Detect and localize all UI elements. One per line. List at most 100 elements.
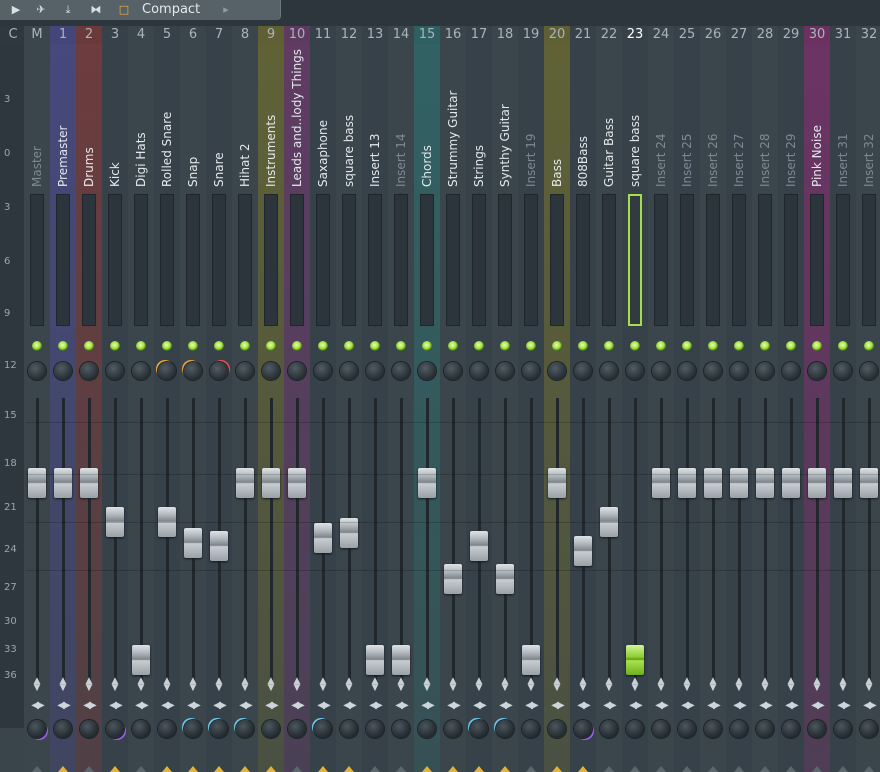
mixer-strip[interactable]: 27 Insert 27 ▲ ▼ ◀▶ <box>726 26 752 772</box>
pan-knob[interactable] <box>522 362 540 380</box>
mute-led[interactable] <box>474 341 484 351</box>
mute-led[interactable] <box>578 341 588 351</box>
stereo-separation-icon[interactable]: ▲ ▼ <box>706 677 720 693</box>
strip-number[interactable]: 25 <box>674 26 700 44</box>
pan-knob[interactable] <box>158 362 176 380</box>
stereo-knob[interactable] <box>184 720 202 738</box>
strip-number[interactable]: 2 <box>76 26 102 44</box>
stereo-separation-icon[interactable]: ▲ ▼ <box>732 677 746 693</box>
swap-lr-icon[interactable]: ◀▶ <box>679 700 695 712</box>
stereo-separation-icon[interactable]: ▲ ▼ <box>628 677 642 693</box>
mute-led[interactable] <box>604 341 614 351</box>
mixer-strip[interactable]: 6 Snap ▲ ▼ ◀▶ <box>180 26 206 772</box>
route-arrow-icon[interactable] <box>656 766 666 772</box>
pan-knob[interactable] <box>418 362 436 380</box>
route-arrow-icon[interactable] <box>734 766 744 772</box>
strip-number[interactable]: 18 <box>492 26 518 44</box>
strip-number[interactable]: 26 <box>700 26 726 44</box>
stereo-knob[interactable] <box>158 720 176 738</box>
strip-number[interactable]: 28 <box>752 26 778 44</box>
strip-name[interactable]: Premaster <box>53 47 73 187</box>
route-arrow-icon[interactable] <box>396 766 406 772</box>
volume-fader[interactable] <box>860 468 878 499</box>
mute-led[interactable] <box>292 341 302 351</box>
stereo-separation-icon[interactable]: ▲ ▼ <box>654 677 668 693</box>
volume-fader[interactable] <box>28 468 46 499</box>
swap-lr-icon[interactable]: ◀▶ <box>81 700 97 712</box>
mute-led[interactable] <box>84 341 94 351</box>
mute-led[interactable] <box>422 341 432 351</box>
stereo-knob[interactable] <box>54 720 72 738</box>
pan-knob[interactable] <box>808 362 826 380</box>
mute-led[interactable] <box>448 341 458 351</box>
mute-led[interactable] <box>760 341 770 351</box>
pan-knob[interactable] <box>288 362 306 380</box>
pan-knob[interactable] <box>626 362 644 380</box>
stereo-separation-icon[interactable]: ▲ ▼ <box>238 677 252 693</box>
mixer-strip[interactable]: 23 square bass ▲ ▼ ◀▶ <box>622 26 648 772</box>
strip-number[interactable]: 19 <box>518 26 544 44</box>
stereo-separation-icon[interactable]: ▲ ▼ <box>550 677 564 693</box>
volume-fader[interactable] <box>834 468 852 499</box>
route-arrow-icon[interactable] <box>188 766 198 772</box>
swap-lr-icon[interactable]: ◀▶ <box>835 700 851 712</box>
volume-fader[interactable] <box>132 645 150 675</box>
swap-lr-icon[interactable]: ◀▶ <box>575 700 591 712</box>
pan-knob[interactable] <box>262 362 280 380</box>
mute-led[interactable] <box>136 341 146 351</box>
pan-knob[interactable] <box>392 362 410 380</box>
mixer-strip[interactable]: 1 Premaster ▲ ▼ ◀▶ <box>50 26 76 772</box>
stereo-knob[interactable] <box>314 720 332 738</box>
mixer-strip[interactable]: 26 Insert 26 ▲ ▼ ◀▶ <box>700 26 726 772</box>
stereo-knob[interactable] <box>600 720 618 738</box>
pan-knob[interactable] <box>574 362 592 380</box>
strip-number[interactable]: 30 <box>804 26 830 44</box>
swap-lr-icon[interactable]: ◀▶ <box>861 700 877 712</box>
mute-led[interactable] <box>188 341 198 351</box>
stereo-separation-icon[interactable]: ▲ ▼ <box>758 677 772 693</box>
mixer-strip[interactable]: 24 Insert 24 ▲ ▼ ◀▶ <box>648 26 674 772</box>
swap-lr-icon[interactable]: ◀▶ <box>263 700 279 712</box>
volume-fader[interactable] <box>652 468 670 499</box>
stereo-knob[interactable] <box>444 720 462 738</box>
mute-led[interactable] <box>812 341 822 351</box>
swap-lr-icon[interactable]: ◀▶ <box>757 700 773 712</box>
strip-number[interactable]: 13 <box>362 26 388 44</box>
strip-number[interactable]: 9 <box>258 26 284 44</box>
strip-name[interactable]: Rolled Snare <box>157 47 177 187</box>
route-arrow-icon[interactable] <box>838 766 848 772</box>
volume-fader[interactable] <box>548 468 566 499</box>
volume-fader[interactable] <box>392 645 410 675</box>
pan-knob[interactable] <box>652 362 670 380</box>
stereo-separation-icon[interactable]: ▲ ▼ <box>186 677 200 693</box>
swap-lr-icon[interactable]: ◀▶ <box>159 700 175 712</box>
swap-lr-icon[interactable]: ◀▶ <box>289 700 305 712</box>
strip-number[interactable]: 12 <box>336 26 362 44</box>
mute-led[interactable] <box>318 341 328 351</box>
stereo-knob[interactable] <box>548 720 566 738</box>
strip-name[interactable]: Insert 27 <box>729 47 749 187</box>
volume-fader[interactable] <box>522 645 540 675</box>
strip-number[interactable]: 21 <box>570 26 596 44</box>
strip-name[interactable]: square bass <box>339 47 359 187</box>
strip-name[interactable]: Hihat 2 <box>235 47 255 187</box>
mixer-icon[interactable]: ✈ <box>30 2 52 18</box>
stereo-knob[interactable] <box>522 720 540 738</box>
strip-number[interactable]: 11 <box>310 26 336 44</box>
stereo-separation-icon[interactable]: ▲ ▼ <box>368 677 382 693</box>
volume-fader[interactable] <box>444 564 462 595</box>
strip-name[interactable]: Insert 25 <box>677 47 697 187</box>
strip-number[interactable]: 15 <box>414 26 440 44</box>
route-arrow-icon[interactable] <box>292 766 302 772</box>
swap-lr-icon[interactable]: ◀▶ <box>367 700 383 712</box>
pan-knob[interactable] <box>340 362 358 380</box>
mute-led[interactable] <box>344 341 354 351</box>
stereo-separation-icon[interactable]: ▲ ▼ <box>862 677 876 693</box>
strip-name[interactable]: Digi Hats <box>131 47 151 187</box>
route-arrow-icon[interactable] <box>474 766 484 772</box>
route-arrow-icon[interactable] <box>786 766 796 772</box>
strip-name[interactable]: Strings <box>469 47 489 187</box>
download-icon[interactable]: ⤓ <box>60 2 76 18</box>
stereo-knob[interactable] <box>834 720 852 738</box>
stereo-separation-icon[interactable]: ▲ ▼ <box>524 677 538 693</box>
